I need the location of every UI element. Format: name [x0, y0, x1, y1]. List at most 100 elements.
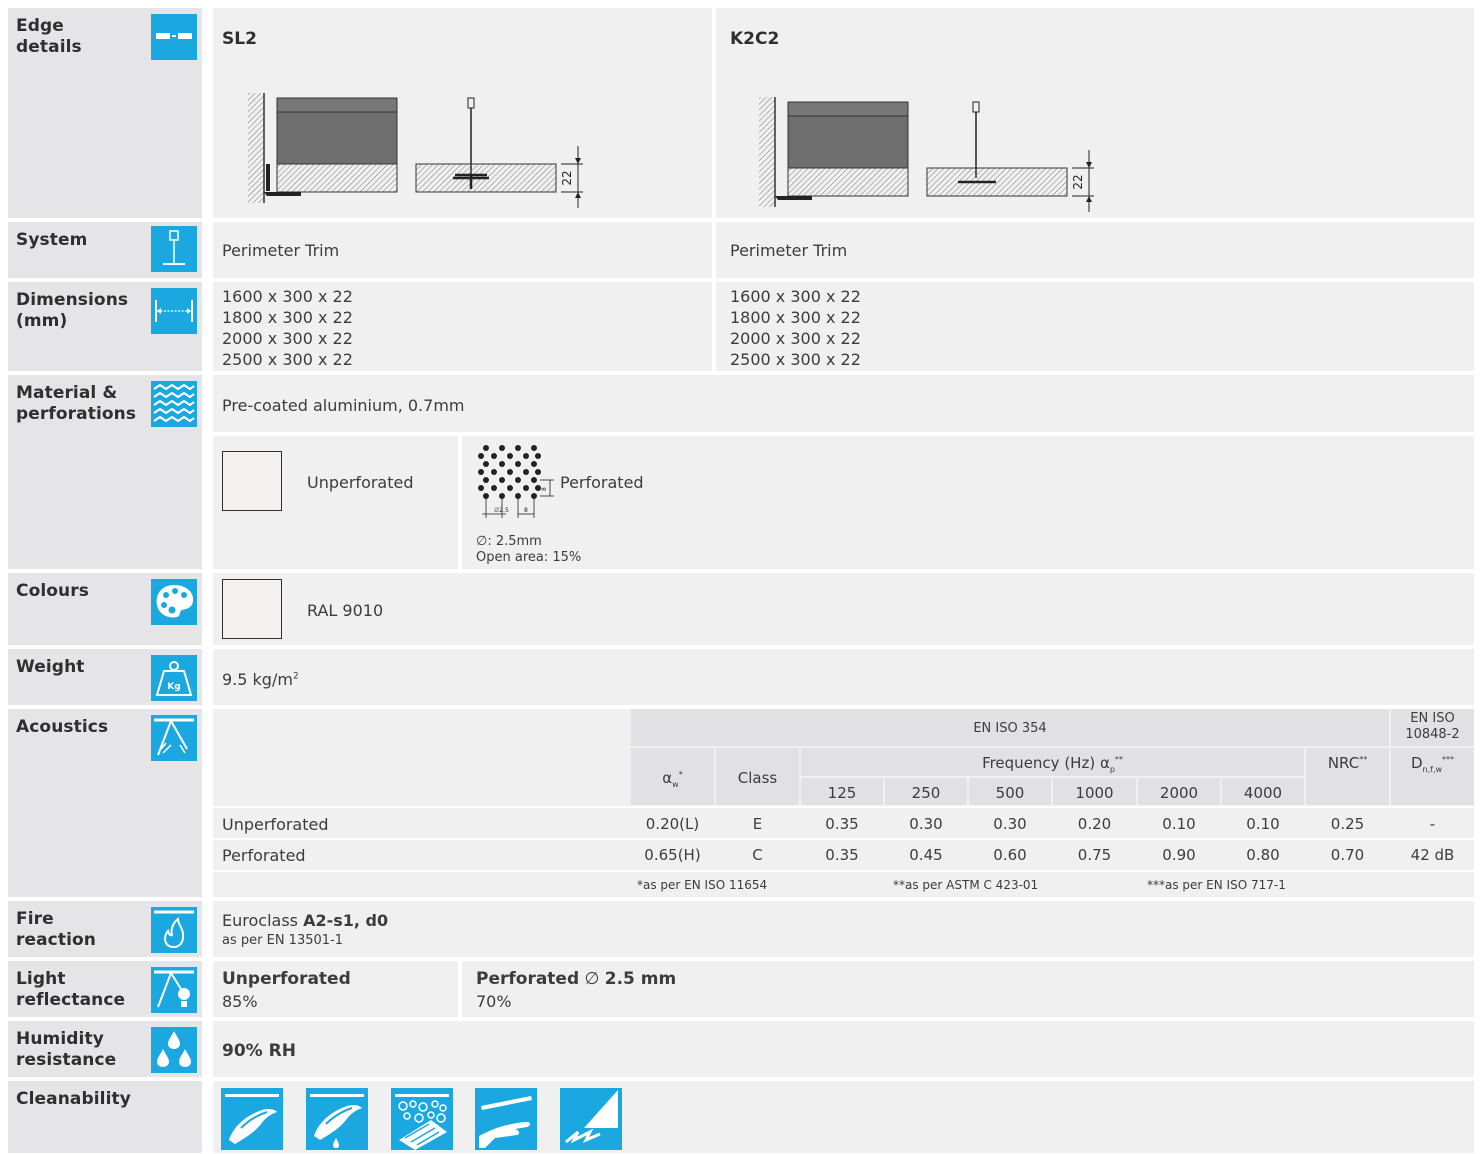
row-perforated-v125: 0.35	[825, 846, 859, 864]
humidity-label: Humidity resistance	[16, 1029, 117, 1070]
footnote-3: ***as per EN ISO 717-1	[1147, 878, 1286, 892]
unperforated-label: Unperforated	[307, 473, 414, 492]
perforation-pattern-drawing: ∅2.5 8 8	[478, 445, 554, 518]
dimension-item: 1800 x 300 x 22	[222, 308, 353, 327]
system-col1-value: Perimeter Trim	[222, 241, 340, 260]
colours-cell: RAL 9010	[213, 573, 1474, 645]
light-perforated-symbol: ∅	[579, 969, 605, 989]
light-perforated-heading: Perforated ∅ 2.5 mm	[476, 969, 676, 989]
row-perforated-v4000: 0.80	[1246, 846, 1280, 864]
perforation-diameter-mark: ∅2.5	[494, 507, 509, 514]
cleanability-label: Cleanability	[16, 1089, 131, 1109]
light-unperforated-value: 85%	[222, 992, 258, 1011]
perforated-label: Perforated	[560, 473, 644, 492]
light-reflectance-icon	[151, 967, 197, 1013]
dimensions-col1-cell: 1600 x 300 x 22 1800 x 300 x 22 2000 x 3…	[213, 282, 712, 371]
edge-details-label: Edge details	[16, 16, 82, 57]
perforation-row-mark: 8	[541, 487, 548, 491]
freq-2000: 2000	[1159, 784, 1199, 802]
dimensions-col1-list: 1600 x 300 x 22 1800 x 300 x 22 2000 x 3…	[222, 286, 353, 370]
row-perforated-nrc: 0.70	[1330, 846, 1365, 864]
edge-k2c2-dim-label: 22	[1071, 174, 1085, 189]
weight-value: 9.5 kg/m2	[222, 670, 299, 689]
edge-k2c2-cell: K2C2 22	[716, 8, 1474, 218]
std-en-iso-10848: EN ISO 10848-2	[1405, 711, 1460, 742]
freq-4000: 4000	[1243, 784, 1283, 802]
light-perforated-cell: Perforated ∅ 2.5 mm 70%	[462, 961, 1474, 1017]
footnote-1: *as per EN ISO 11654	[637, 878, 768, 892]
hand-wipe-icon	[475, 1088, 537, 1150]
row-perforated-v2000: 0.90	[1162, 846, 1196, 864]
perforation-open-area: Open area: 15%	[476, 550, 582, 565]
weight-number: 9.5 kg/m	[222, 670, 293, 689]
edge-sl2-title: SL2	[222, 29, 257, 49]
fire-note: as per EN 13501-1	[222, 933, 343, 948]
acoustics-icon	[151, 715, 197, 761]
high-pressure-clean-icon	[560, 1088, 622, 1150]
row-divider	[213, 806, 1474, 808]
perforation-specs: ∅: 2.5mm Open area: 15%	[476, 534, 581, 566]
acoustics-table: EN ISO 354 EN ISO 10848-2 αw* Class Freq…	[213, 709, 1474, 897]
aw-header: αw*	[631, 769, 714, 789]
std-en-iso-354: EN ISO 354	[973, 721, 1047, 736]
freq-1000: 1000	[1075, 784, 1114, 802]
row-unperforated-name: Unperforated	[222, 815, 329, 834]
edge-detail-icon	[151, 14, 197, 60]
edge-sl2-drawing: 22	[248, 93, 583, 208]
light-label: Light reflectance	[16, 969, 126, 1010]
frequency-header: Frequency (Hz) αp**	[801, 754, 1304, 774]
frequency-label: Frequency (Hz) α	[982, 754, 1110, 772]
row-unperforated-v250: 0.30	[909, 815, 943, 833]
system-col2-value: Perimeter Trim	[730, 241, 848, 260]
row-unperforated-class: E	[752, 815, 763, 833]
row-perforated-aw: 0.65(H)	[644, 846, 701, 864]
dimensions-col2-cell: 1600 x 300 x 22 1800 x 300 x 22 2000 x 3…	[716, 282, 1474, 371]
freq-125: 125	[827, 784, 857, 802]
dn-header: Dn,f,w***	[1391, 754, 1474, 774]
material-description: Pre-coated aluminium, 0.7mm	[222, 396, 465, 415]
acoustics-label: Acoustics	[16, 717, 109, 737]
class-header: Class	[737, 769, 778, 787]
row-unperforated-v1000: 0.20	[1077, 815, 1112, 833]
system-col1-cell: Perimeter Trim	[213, 222, 712, 278]
row-perforated-v500: 0.60	[993, 846, 1027, 864]
freq-500: 500	[995, 784, 1025, 802]
edge-sl2-cell: SL2 22	[213, 8, 712, 218]
dimension-item: 2500 x 300 x 22	[222, 350, 353, 369]
edge-k2c2-title: K2C2	[730, 29, 780, 49]
material-perforated-cell: ∅2.5 8 8 Perforated ∅: 2.5mm Open area: …	[462, 436, 1474, 569]
footnote-2: **as per ASTM C 423-01	[893, 878, 1039, 892]
frequency-superscript: **	[1114, 755, 1123, 764]
light-perforated-label: Perforated	[476, 969, 580, 989]
dimension-item: 2000 x 300 x 22	[222, 329, 353, 348]
nrc-superscript: **	[1359, 755, 1368, 764]
row-unperforated-v125: 0.35	[825, 815, 859, 833]
dimension-item: 1600 x 300 x 22	[730, 287, 861, 306]
row-perforated-dn: 42 dB	[1410, 846, 1455, 864]
weight-cell: 9.5 kg/m2	[213, 649, 1474, 705]
fire-cell: Euroclass A2-s1, d0 as per EN 13501-1	[213, 901, 1474, 957]
dimension-item: 2500 x 300 x 22	[730, 350, 861, 369]
fire-class: A2-s1, d0	[303, 911, 389, 930]
edge-k2c2-drawing: 22	[759, 97, 1094, 212]
ral-9010-swatch	[222, 579, 282, 639]
row-divider	[213, 838, 1474, 840]
frequency-subscript: p	[1109, 765, 1115, 774]
system-col2-cell: Perimeter Trim	[716, 222, 1474, 278]
humidity-cell: 90% RH	[213, 1021, 1474, 1077]
palette-icon	[151, 579, 197, 625]
material-description-cell: Pre-coated aluminium, 0.7mm	[213, 375, 1474, 432]
fire-label: Fire reaction	[16, 909, 96, 950]
row-unperforated-aw: 0.20(L)	[645, 815, 700, 833]
row-unperforated-v4000: 0.10	[1246, 815, 1280, 833]
fire-value: Euroclass A2-s1, d0	[222, 911, 388, 930]
light-perforated-value: 70%	[476, 992, 512, 1011]
weight-label: Weight	[16, 657, 85, 677]
row-perforated-v1000: 0.75	[1077, 846, 1112, 864]
cleanability-label-cell: Cleanability	[8, 1081, 202, 1153]
perforation-pitch-mark: 8	[524, 507, 528, 514]
material-unperforated-cell: Unperforated	[213, 436, 458, 569]
material-label: Material & perforations	[16, 383, 137, 424]
dimension-item: 1800 x 300 x 22	[730, 308, 861, 327]
foam-clean-icon	[391, 1088, 453, 1150]
